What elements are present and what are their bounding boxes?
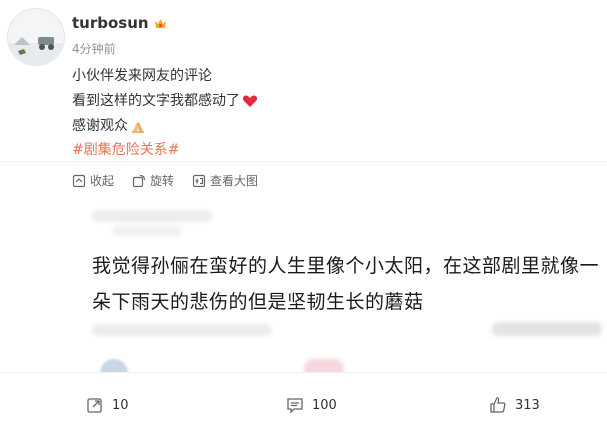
view-large-button[interactable]: 查看大图 bbox=[192, 172, 258, 189]
username[interactable]: turbosun bbox=[72, 14, 149, 32]
repost-button[interactable]: 10 bbox=[86, 396, 129, 414]
collapse-icon bbox=[72, 174, 86, 187]
post-image[interactable]: 我觉得孙俪在蛮好的人生里像个小太阳，在这部剧里就像一朵下雨天的悲伤的但是坚韧生长… bbox=[72, 196, 607, 372]
blurred-badge bbox=[304, 359, 344, 372]
comment-icon bbox=[287, 398, 303, 414]
post-line-3: 感谢观众 bbox=[72, 117, 146, 135]
thumbs-up-icon bbox=[490, 397, 506, 413]
rotate-label: 旋转 bbox=[150, 174, 175, 188]
post-time[interactable]: 4分钟前 bbox=[72, 40, 116, 57]
collapse-button[interactable]: 收起 bbox=[72, 172, 114, 189]
crown-badge-icon bbox=[154, 19, 166, 28]
red-heart-icon bbox=[242, 95, 258, 107]
blurred-username bbox=[92, 210, 212, 222]
post-line-1: 小伙伴发来网友的评论 bbox=[72, 67, 212, 85]
pray-hands-icon bbox=[132, 122, 144, 133]
image-toolbar: 收起 旋转 查看大图 bbox=[72, 172, 258, 189]
post-text-2: 看到这样的文字我都感动了 bbox=[72, 93, 240, 109]
repost-count: 10 bbox=[112, 397, 129, 413]
divider bbox=[0, 161, 607, 162]
like-count: 313 bbox=[515, 397, 540, 413]
avatar-image bbox=[8, 9, 64, 65]
post-text-3: 感谢观众 bbox=[72, 118, 128, 134]
collapse-label: 收起 bbox=[90, 174, 115, 188]
hashtag-link[interactable]: #剧集危险关系# bbox=[72, 141, 179, 159]
comment-button[interactable]: 100 bbox=[286, 396, 337, 414]
rotate-icon bbox=[132, 174, 146, 187]
view-large-icon bbox=[192, 174, 206, 187]
comment-text: 我觉得孙俪在蛮好的人生里像个小太阳，在这部剧里就像一朵下雨天的悲伤的但是坚韧生长… bbox=[92, 255, 600, 313]
like-button[interactable]: 313 bbox=[489, 396, 540, 414]
blurred-icons bbox=[492, 322, 602, 336]
avatar[interactable] bbox=[7, 8, 65, 66]
repost-icon bbox=[87, 398, 102, 413]
blurred-avatar bbox=[100, 359, 128, 372]
username-row: turbosun bbox=[72, 14, 168, 32]
post-line-2: 看到这样的文字我都感动了 bbox=[72, 92, 258, 110]
rotate-button[interactable]: 旋转 bbox=[132, 172, 174, 189]
blurred-footer-text bbox=[92, 324, 272, 336]
comment-count: 100 bbox=[312, 397, 337, 413]
view-large-label: 查看大图 bbox=[210, 174, 259, 188]
blurred-meta bbox=[112, 226, 182, 236]
post-text-1: 小伙伴发来网友的评论 bbox=[72, 68, 212, 84]
